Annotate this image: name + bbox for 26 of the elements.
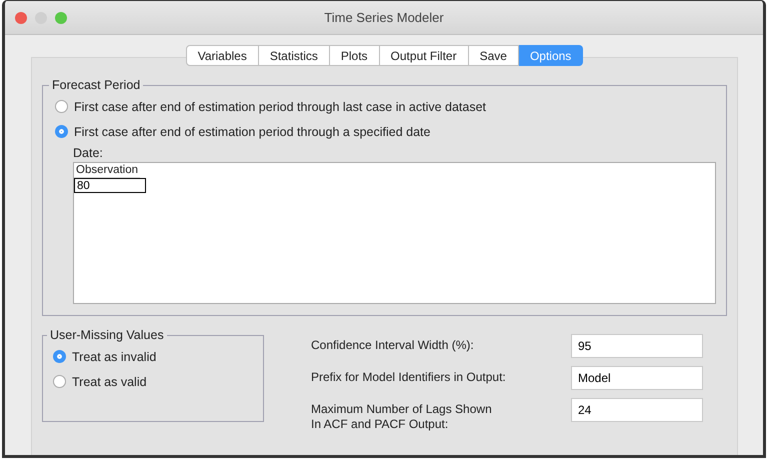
field-label: Prefix for Model Identifiers in Output: [311, 369, 507, 385]
radio-label: First case after end of estimation period through a specified date [74, 124, 430, 138]
tab[interactable]: Plots [330, 45, 380, 66]
input-field[interactable]: 95 [571, 334, 703, 358]
radio-button[interactable] [55, 125, 68, 138]
tab[interactable]: Output Filter [380, 45, 469, 66]
table-cell-field[interactable]: 80 [74, 178, 146, 193]
field-label: Maximum Number of Lags Shown In ACF and PACF Output: [311, 401, 493, 432]
radio-label: Treat as invalid [72, 350, 156, 364]
tab[interactable]: Variables [186, 45, 259, 66]
radio-button[interactable] [55, 100, 68, 113]
tab[interactable]: Statistics [258, 45, 330, 66]
zoom-button[interactable] [55, 12, 67, 24]
input-field[interactable]: 24 [571, 398, 703, 422]
tab[interactable]: Save [468, 45, 519, 66]
field-label: Confidence Interval Width (%): [311, 337, 475, 353]
group-title: Forecast Period [51, 78, 142, 92]
radio-button[interactable] [53, 350, 66, 363]
radio-label: First case after end of estimation period through last case in active dataset [74, 100, 486, 114]
window-title: Time Series Modeler [324, 10, 444, 25]
close-button[interactable] [15, 12, 27, 24]
date-label: Date: [73, 146, 104, 160]
group-title: User-Missing Values [49, 328, 165, 342]
radio-label: Treat as valid [72, 374, 147, 388]
radio-button[interactable] [53, 375, 66, 388]
input-field[interactable]: Model [571, 366, 703, 390]
